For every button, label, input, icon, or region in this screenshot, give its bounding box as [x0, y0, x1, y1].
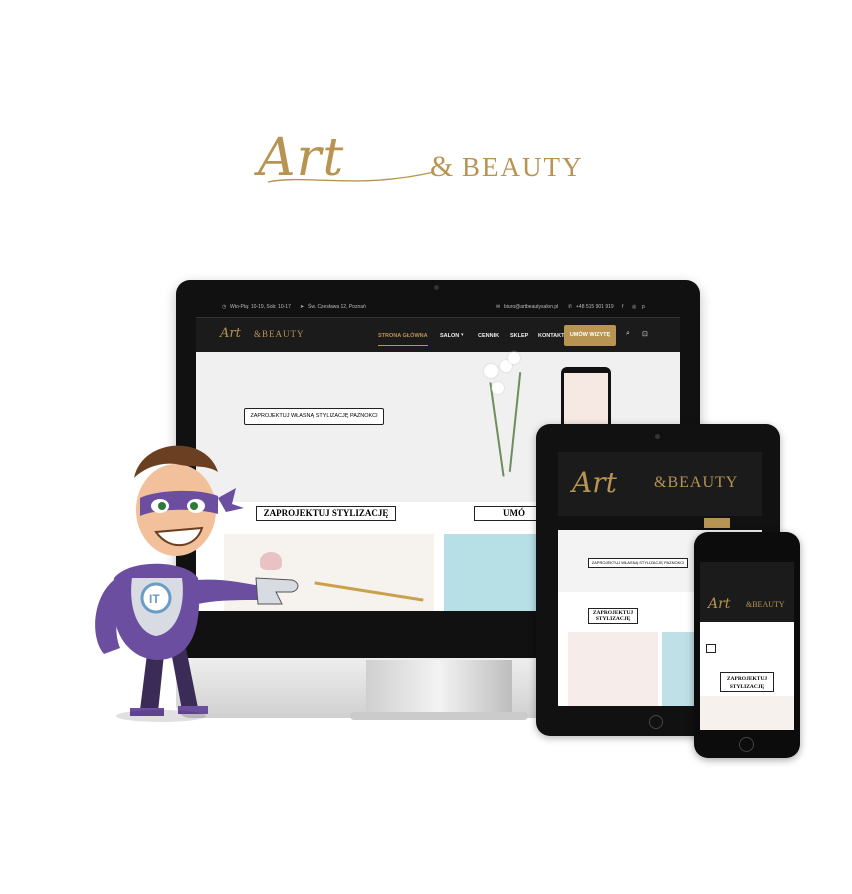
chevron-down-icon: ▾ — [461, 332, 464, 338]
showcase-stage: Art & BEAUTY ◷ Wto-Ptą: 10-19, Sob: 10-1… — [0, 0, 852, 894]
design-nails-button[interactable]: ZAPROJEKTUJ WŁASNĄ STYLIZACJĘ PAZNOKCI — [244, 408, 384, 425]
monitor-camera — [434, 285, 439, 290]
pencil-decor — [314, 581, 424, 602]
hamburger-menu-icon[interactable] — [706, 644, 716, 653]
phone-icon: ✆ — [568, 304, 573, 310]
book-visit-button[interactable]: UMÓW WIZYTĘ — [564, 325, 616, 346]
flower-petal — [508, 352, 520, 364]
desktop-topbar: ◷ Wto-Ptą: 10-19, Sob: 10-17 ➤ Św. Czesł… — [196, 297, 680, 317]
flower-stem — [508, 372, 522, 472]
phone-link[interactable]: +48 515 901 919 — [576, 304, 614, 310]
tablet-design-button[interactable]: ZAPROJEKTUJ WŁASNĄ STYLIZACJĘ PAZNOKCI — [588, 558, 688, 568]
email-link[interactable]: biuro@artbeautysalon.pl — [504, 304, 558, 310]
nav-logo-art[interactable]: Art — [220, 326, 241, 341]
nav-contact[interactable]: KONTAKT — [538, 333, 564, 339]
facebook-icon[interactable]: f — [622, 304, 623, 310]
tablet-camera — [655, 434, 660, 439]
tablet-nav — [558, 516, 762, 530]
brand-logo: Art & BEAUTY — [258, 128, 598, 198]
tablet-header: Art &BEAUTY — [558, 452, 762, 516]
tablet-logo-art[interactable]: Art — [572, 466, 617, 499]
tablet-logo-beauty[interactable]: &BEAUTY — [654, 474, 738, 492]
phone-screen: Art &BEAUTY ZAPROJEKTUJ STYLIZACJĘ — [700, 562, 794, 730]
clock-icon: ◷ — [222, 304, 227, 310]
desktop-navbar: Art &BEAUTY STRONA GŁÓWNA SALON ▾ CENNIK… — [196, 317, 680, 352]
monitor-foot — [350, 712, 528, 720]
pinterest-icon[interactable]: p — [642, 304, 645, 310]
brand-logo-beauty: BEAUTY — [462, 152, 584, 182]
mascot-badge-text: IT — [149, 592, 160, 606]
opening-hours: Wto-Ptą: 10-19, Sob: 10-17 — [230, 304, 291, 310]
phone-home-button — [739, 737, 754, 752]
nav-pricing[interactable]: CENNIK — [478, 333, 499, 339]
nav-shop[interactable]: SKLEP — [510, 333, 528, 339]
nav-logo-beauty[interactable]: &BEAUTY — [254, 329, 305, 339]
tablet-cta-button[interactable] — [704, 518, 730, 528]
address-text: Św. Czesława 12, Poznań — [308, 304, 366, 310]
brand-logo-ampersand: & — [430, 150, 454, 183]
location-icon: ➤ — [300, 304, 305, 310]
brand-logo-art: Art — [258, 128, 345, 188]
flower-petal — [492, 382, 504, 394]
cart-icon[interactable]: ⊡ — [642, 330, 648, 338]
tablet-home-button — [649, 715, 663, 729]
phone-tile-image[interactable] — [700, 696, 794, 730]
mascot-illustration-icon: IT — [95, 445, 299, 716]
phone-tile-heading[interactable]: ZAPROJEKTUJ STYLIZACJĘ — [720, 672, 774, 692]
flower-stem — [489, 382, 505, 477]
tablet-tile-heading[interactable]: ZAPROJEKTUJ STYLIZACJĘ — [588, 608, 638, 624]
instagram-icon[interactable]: ◎ — [632, 304, 636, 310]
phone-device: Art &BEAUTY ZAPROJEKTUJ STYLIZACJĘ — [694, 532, 800, 758]
phone-logo-art[interactable]: Art — [708, 596, 730, 612]
monitor-stand — [366, 660, 512, 720]
mascot-shadow — [116, 710, 206, 722]
tablet-tile-image[interactable] — [568, 632, 658, 706]
search-icon[interactable]: ⌕ — [626, 330, 630, 338]
mail-icon: ✉ — [496, 304, 501, 310]
phone-logo-beauty[interactable]: &BEAUTY — [746, 600, 785, 609]
nav-home[interactable]: STRONA GŁÓWNA — [378, 333, 428, 346]
phone-header: Art &BEAUTY — [700, 562, 794, 622]
nav-salon[interactable]: SALON — [440, 333, 459, 339]
flower-petal — [484, 364, 498, 378]
superhero-mascot: IT — [86, 428, 316, 728]
